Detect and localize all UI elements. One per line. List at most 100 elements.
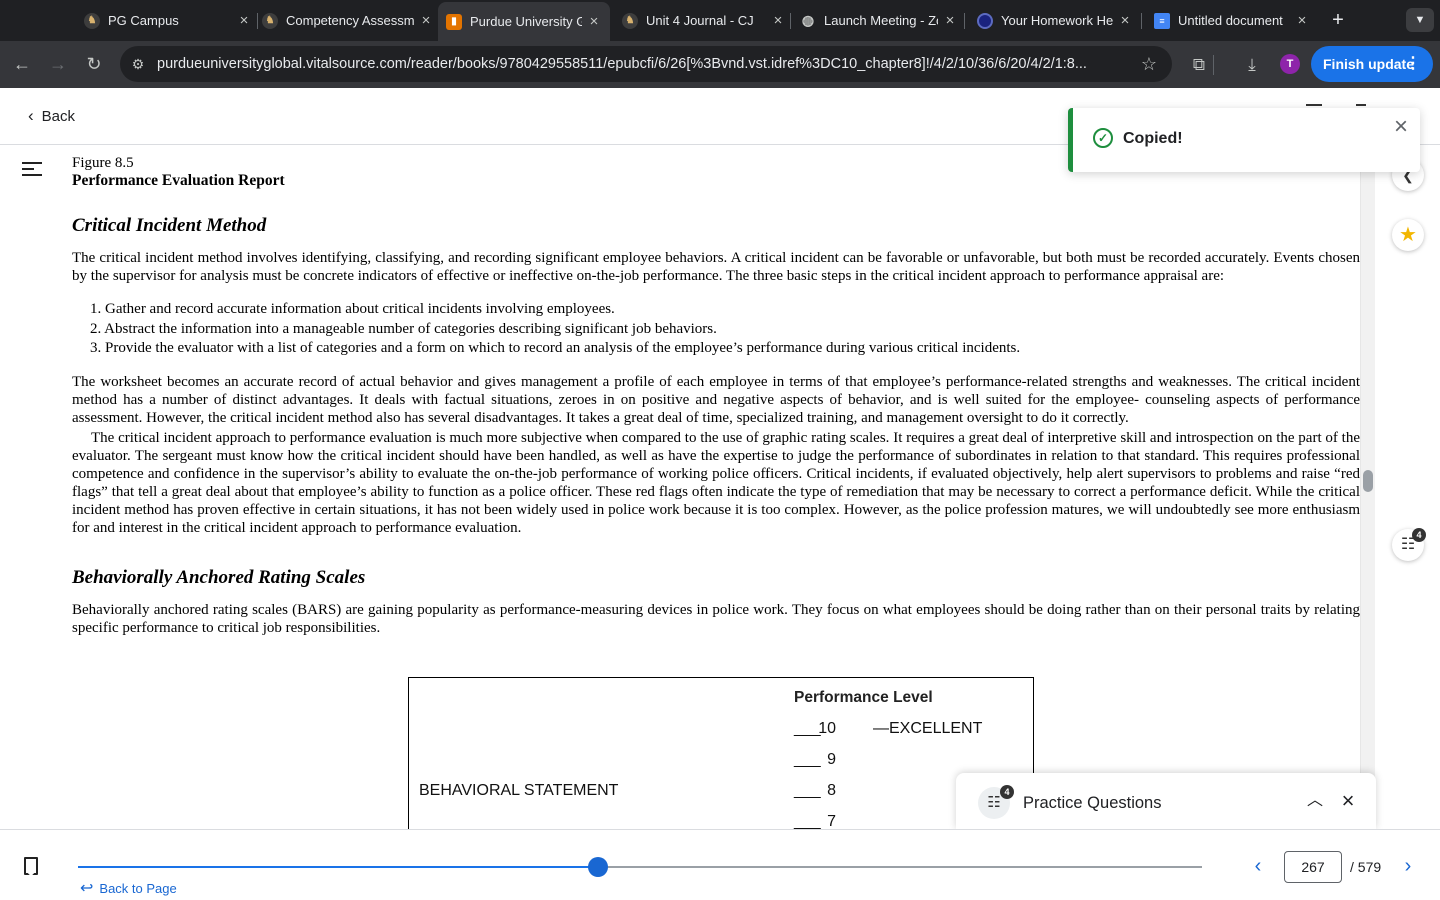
tab-separator (964, 13, 965, 29)
browser-tab-strip: ♞ PG Campus × ♞ Competency Assessment × … (0, 0, 1440, 41)
section-heading-bars: Behaviorally Anchored Rating Scales (72, 566, 366, 588)
practice-count-badge: 4 (1412, 528, 1426, 542)
performance-level-row: ___ 10 —EXCELLENT (794, 720, 982, 738)
homework-favicon-icon (977, 12, 993, 29)
tab-title: Purdue University Global (470, 14, 582, 29)
close-tab-icon[interactable]: × (1294, 12, 1310, 29)
tab-pg-campus[interactable]: ♞ PG Campus × (84, 0, 252, 41)
behavioral-statement-label: BEHAVIORAL STATEMENT (419, 782, 619, 799)
level-number: 8 (827, 782, 836, 799)
profile-avatar[interactable]: T (1280, 54, 1300, 74)
list-item: 3. Provide the evaluator with a list of … (90, 340, 1021, 356)
level-number: 9 (827, 751, 836, 768)
tab-title: PG Campus (108, 13, 179, 28)
extensions-icon[interactable]: ⧉ (1187, 53, 1211, 77)
tab-separator (790, 13, 791, 29)
page-number-input[interactable]: 267 (1284, 851, 1342, 883)
next-page-chevron-icon[interactable]: › (1396, 854, 1420, 878)
paragraph: The critical incident method involves id… (72, 250, 1360, 284)
close-icon[interactable]: × (1389, 115, 1413, 140)
level-blank: ___ (794, 813, 821, 829)
paragraph: The critical incident approach to perfor… (72, 429, 1360, 536)
close-tab-icon[interactable]: × (418, 12, 434, 29)
practice-count-badge: 4 (1000, 785, 1014, 799)
site-info-icon[interactable]: ⚙ (129, 55, 147, 73)
star-icon[interactable]: ★ (1392, 219, 1424, 251)
toolbar-divider (1213, 55, 1214, 75)
close-tab-icon[interactable]: × (586, 13, 602, 30)
browser-toolbar: ← → ↻ ⚙ purdueuniversityglobal.vitalsour… (0, 41, 1440, 88)
figure-title: Performance Evaluation Report (72, 172, 285, 189)
practice-questions-title[interactable]: Practice Questions (1023, 794, 1161, 813)
download-icon[interactable]: ⤓ (1240, 53, 1264, 77)
address-bar[interactable]: ⚙ purdueuniversityglobal.vitalsource.com… (120, 46, 1172, 82)
bookmark-icon[interactable] (24, 857, 38, 875)
back-label: Back (41, 107, 76, 125)
close-tab-icon[interactable]: × (236, 12, 252, 29)
tab-homework-help[interactable]: Your Homework Help × (977, 0, 1133, 41)
close-tab-icon[interactable]: × (1117, 12, 1133, 29)
level-blank: ___ (794, 751, 821, 768)
more-menu-icon[interactable]: ⋮ (1405, 46, 1421, 82)
performance-level-title: Performance Level (794, 689, 933, 706)
back-to-page-button[interactable]: ↩ Back to Page (80, 878, 177, 898)
tab-untitled-document[interactable]: ≡ Untitled document × (1154, 0, 1310, 41)
page-slider[interactable] (78, 857, 1202, 877)
list-item: 1. Gather and record accurate informatio… (90, 301, 615, 317)
tab-purdue-university-global[interactable]: ▮ Purdue University Global × (438, 2, 610, 41)
performance-level-row: ___ 8 (794, 782, 836, 800)
level-number: 7 (827, 813, 836, 829)
tab-separator (1141, 13, 1142, 29)
new-tab-button[interactable]: + (1326, 9, 1350, 33)
level-label: —EXCELLENT (873, 720, 983, 737)
reader-back-button[interactable]: ‹ Back (28, 105, 75, 127)
paragraph: The worksheet becomes an accurate record… (72, 373, 1360, 426)
performance-level-row: ___ 7 (794, 813, 836, 829)
tab-unit-4-journal[interactable]: ♞ Unit 4 Journal - CJ × (622, 0, 786, 41)
section-heading-critical-incident: Critical Incident Method (72, 215, 267, 236)
bookmark-star-icon[interactable]: ☆ (1138, 53, 1160, 75)
practice-questions-panel: ☷ 4 Practice Questions ︿ × (956, 773, 1376, 829)
reload-icon[interactable]: ↻ (81, 51, 107, 77)
tab-title: Unit 4 Journal - CJ (646, 13, 754, 28)
close-icon[interactable]: × (1337, 790, 1359, 812)
tab-title: Untitled document (1178, 13, 1283, 28)
purdue-favicon-icon: ♞ (84, 12, 100, 29)
vitalsource-favicon-icon: ▮ (446, 13, 462, 30)
tab-title: Competency Assessment (286, 13, 414, 28)
paragraph: Behaviorally anchored rating scales (BAR… (72, 601, 1360, 636)
bars-figure: Performance Level ___ 10 —EXCELLENT ___ … (408, 677, 1034, 829)
tab-title: Your Homework Help (1001, 13, 1113, 28)
purdue-favicon-icon: ♞ (622, 12, 638, 29)
performance-level-row: ___ 9 (794, 751, 836, 769)
steps-list: 1. Gather and record accurate informatio… (90, 300, 1360, 359)
previous-page-chevron-icon[interactable]: ‹ (1246, 854, 1270, 878)
return-arrow-icon: ↩ (80, 880, 94, 897)
url-text[interactable]: purdueuniversityglobal.vitalsource.com/r… (157, 56, 1132, 72)
scrollbar-thumb[interactable] (1363, 470, 1373, 492)
close-tab-icon[interactable]: × (770, 12, 786, 29)
list-item: 2. Abstract the information into a manag… (90, 320, 717, 337)
purdue-favicon-icon: ♞ (262, 12, 278, 29)
hamburger-menu-icon[interactable] (22, 162, 42, 182)
tab-search-chevron-icon[interactable]: ▼ (1406, 8, 1434, 32)
close-tab-icon[interactable]: × (942, 12, 958, 29)
book-content: Figure 8.5 Performance Evaluation Report… (64, 145, 1360, 829)
tab-separator (257, 13, 258, 29)
check-circle-icon: ✓ (1093, 128, 1113, 148)
tab-launch-meeting[interactable]: ◍ Launch Meeting - Zoom × (800, 0, 958, 41)
reader-bottom-bar: ↩ Back to Page ‹ 267 / 579 › (0, 829, 1440, 900)
copied-toast: ✓ Copied! × (1068, 108, 1420, 172)
tab-title: Launch Meeting - Zoom (824, 13, 938, 28)
level-blank: ___ (794, 720, 821, 737)
back-arrow-icon[interactable]: ← (9, 51, 35, 77)
tab-competency-assessment[interactable]: ♞ Competency Assessment × (262, 0, 434, 41)
level-number: 10 (818, 720, 836, 737)
total-pages: / 579 (1350, 859, 1382, 875)
finish-update-label: Finish update (1323, 56, 1414, 72)
forward-arrow-icon[interactable]: → (45, 51, 71, 77)
chevron-up-icon[interactable]: ︿ (1304, 790, 1326, 812)
page-slider-thumb[interactable] (587, 857, 608, 877)
finish-update-button[interactable]: Finish update ⋮ (1311, 46, 1433, 82)
chevron-left-icon: ‹ (28, 106, 34, 125)
